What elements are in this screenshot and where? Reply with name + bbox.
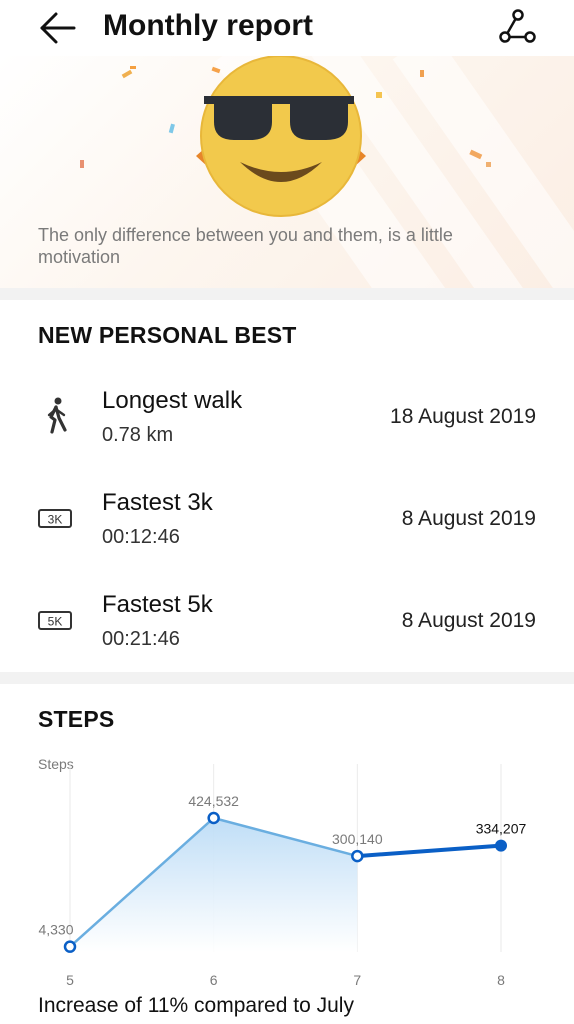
list-item-longest-walk[interactable]: Longest walk 0.78 km 18 August 2019 [0, 386, 574, 476]
5k-badge-icon: 5K [36, 606, 76, 646]
walking-person-icon [36, 396, 76, 436]
badge-label: 5K [48, 615, 63, 629]
steps-comparison-text: Increase of 11% compared to July [38, 994, 354, 1017]
page-title: Monthly report [103, 9, 313, 42]
record-name: Fastest 5k [102, 591, 213, 618]
badge-label: 3K [48, 513, 63, 527]
record-value: 00:12:46 [102, 526, 180, 548]
record-date: 8 August 2019 [401, 609, 536, 632]
chart-x-tick-label: 6 [210, 972, 218, 988]
app-bar: Monthly report [0, 0, 574, 56]
record-name: Longest walk [102, 387, 243, 414]
chart-x-tick-label: 8 [497, 972, 505, 988]
list-item-fastest-3k[interactable]: 3K Fastest 3k 00:12:46 8 August 2019 [0, 488, 574, 578]
chart-value-label: 300,140 [332, 831, 383, 847]
chart-area [70, 818, 358, 952]
chart-x-tick-label: 5 [66, 972, 74, 988]
personal-best-card: NEW PERSONAL BEST Longest walk 0.78 km 1… [0, 300, 574, 672]
section-title: NEW PERSONAL BEST [38, 322, 297, 348]
list-item-fastest-5k[interactable]: 5K Fastest 5k 00:21:46 8 August 2019 [0, 590, 574, 680]
sunglasses-face-icon [196, 56, 366, 226]
chart-value-label: 4,330 [38, 922, 73, 938]
share-button[interactable] [494, 6, 540, 46]
chart-point [351, 849, 364, 863]
back-arrow-icon [40, 12, 76, 44]
chart-value-label: 334,207 [476, 821, 527, 837]
record-date: 8 August 2019 [401, 507, 536, 530]
steps-chart: 4,330 424,532 300,140 334,207 5 6 7 8 [38, 764, 527, 988]
record-value: 00:21:46 [102, 628, 180, 650]
3k-badge-icon: 3K [36, 504, 76, 544]
chart-point [495, 839, 507, 852]
motivation-banner: The only difference between you and them… [0, 56, 574, 288]
steps-card: STEPS Steps 4,330 424,532 300,140 334,207 5 6… [0, 684, 574, 1024]
chart-value-label: 424,532 [188, 793, 239, 809]
record-value: 0.78 km [102, 424, 174, 446]
chart-x-tick-label: 7 [353, 972, 361, 988]
chart-point [63, 940, 77, 953]
chart-highlight-line [355, 843, 503, 859]
record-name: Fastest 3k [102, 489, 213, 516]
record-date: 18 August 2019 [390, 405, 536, 428]
chart-point [207, 811, 220, 825]
back-button[interactable] [36, 8, 80, 48]
motivation-text: The only difference between you and them… [38, 225, 453, 267]
share-icon [499, 9, 536, 43]
